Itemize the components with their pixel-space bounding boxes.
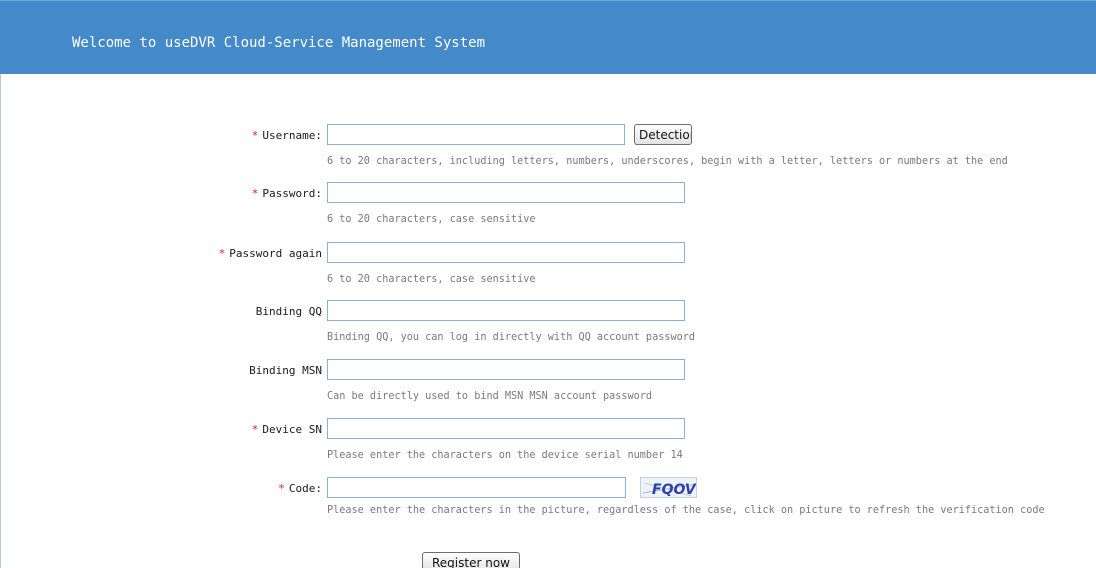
page-title: Welcome to useDVR Cloud-Service Manageme… bbox=[72, 35, 486, 51]
password-again-input[interactable] bbox=[327, 242, 685, 263]
username-input[interactable] bbox=[327, 124, 625, 145]
username-hint: 6 to 20 characters, including letters, n… bbox=[327, 156, 1008, 167]
code-label: * Code: bbox=[278, 482, 322, 495]
binding-qq-hint: Binding QQ, you can log in directly with… bbox=[327, 332, 696, 343]
binding-msn-input[interactable] bbox=[327, 359, 685, 380]
device-sn-input[interactable] bbox=[327, 418, 685, 439]
password-again-hint: 6 to 20 characters, case sensitive bbox=[327, 274, 536, 285]
header-banner: Welcome to useDVR Cloud-Service Manageme… bbox=[0, 0, 1096, 74]
password-again-label: * Password again bbox=[218, 247, 322, 260]
register-now-button[interactable]: Register now bbox=[422, 552, 520, 568]
username-label: * Username: bbox=[251, 129, 322, 142]
detection-button[interactable]: Detection bbox=[634, 124, 692, 145]
code-hint: Please enter the characters in the pictu… bbox=[327, 505, 1045, 516]
required-marker: * bbox=[251, 129, 259, 142]
page-left-border bbox=[0, 0, 1, 568]
captcha-text: FQOV bbox=[652, 482, 697, 498]
captcha-image[interactable]: FQOV bbox=[640, 477, 697, 498]
required-marker: * bbox=[218, 247, 226, 260]
required-marker: * bbox=[278, 482, 285, 495]
password-hint: 6 to 20 characters, case sensitive bbox=[327, 214, 536, 225]
binding-qq-input[interactable] bbox=[327, 300, 685, 321]
password-input[interactable] bbox=[327, 182, 685, 203]
binding-msn-hint: Can be directly used to bind MSN MSN acc… bbox=[327, 391, 653, 402]
required-marker: * bbox=[251, 423, 259, 436]
binding-msn-label: Binding MSN bbox=[249, 364, 322, 377]
required-marker: * bbox=[251, 187, 259, 200]
captcha-graphic: FQOV bbox=[642, 482, 697, 498]
page: Welcome to useDVR Cloud-Service Manageme… bbox=[0, 0, 1096, 568]
binding-qq-label: Binding QQ bbox=[255, 305, 322, 318]
code-input[interactable] bbox=[327, 477, 626, 498]
device-sn-hint: Please enter the characters on the devic… bbox=[327, 450, 683, 461]
password-label: * Password: bbox=[251, 187, 322, 200]
device-sn-label: * Device SN bbox=[251, 423, 322, 436]
